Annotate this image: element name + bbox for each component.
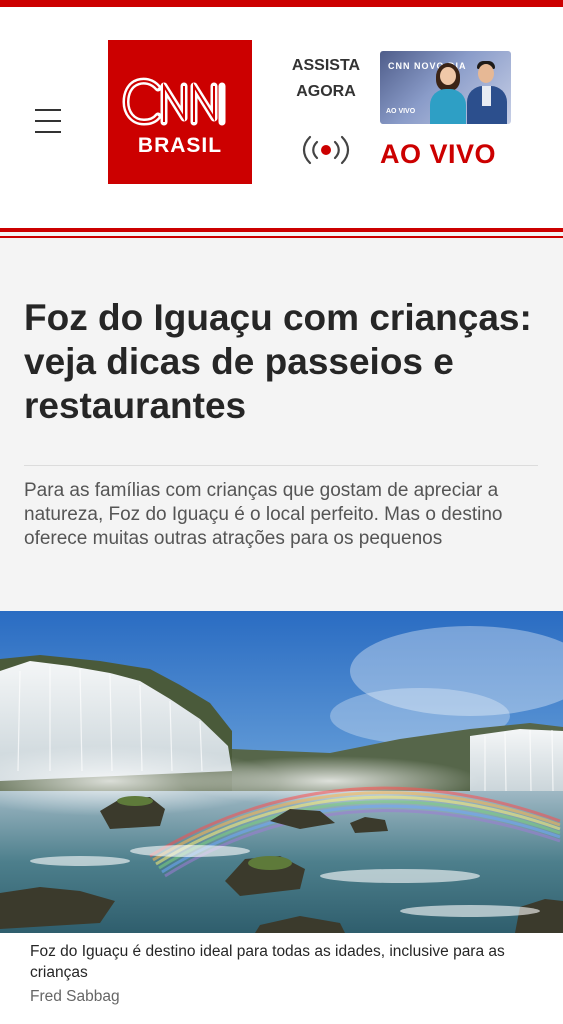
image-caption: Foz do Iguaçu é destino ideal para todas…: [30, 943, 505, 981]
thumbnail-live-tag: AO VIVO: [386, 108, 416, 115]
cnn-wordmark-icon: [122, 77, 226, 126]
hero-image[interactable]: [0, 611, 563, 933]
top-accent-bar: [0, 0, 563, 7]
header-divider-thin: [0, 236, 563, 238]
watch-now-line2: AGORA: [296, 83, 356, 100]
image-credit: Fred Sabbag: [30, 988, 120, 1005]
live-stream-thumbnail[interactable]: CNN NOVO DIA AO VIVO: [380, 51, 511, 124]
headline-divider: [24, 465, 538, 466]
waterfall-rainbow-image: [0, 611, 563, 933]
watch-now-label[interactable]: ASSISTA AGORA: [280, 53, 372, 105]
header-divider: [0, 228, 563, 232]
broadcast-live-icon[interactable]: [297, 129, 355, 171]
logo-subtitle: BRASIL: [137, 134, 223, 157]
live-link[interactable]: AO VIVO: [380, 139, 514, 170]
hamburger-menu-icon[interactable]: [35, 109, 62, 135]
watch-now-line1: ASSISTA: [291, 57, 361, 74]
article-dek: Para as famílias com crianças que gostam…: [24, 480, 503, 549]
cnn-brasil-logo[interactable]: BRASIL: [108, 40, 252, 184]
article-headline: Foz do Iguaçu com crianças: veja dicas d…: [24, 297, 532, 426]
image-caption-box: Foz do Iguaçu é destino ideal para todas…: [0, 933, 563, 1024]
site-header: BRASIL ASSISTA AGORA CNN NOVO DIA AO VIV…: [0, 7, 563, 228]
